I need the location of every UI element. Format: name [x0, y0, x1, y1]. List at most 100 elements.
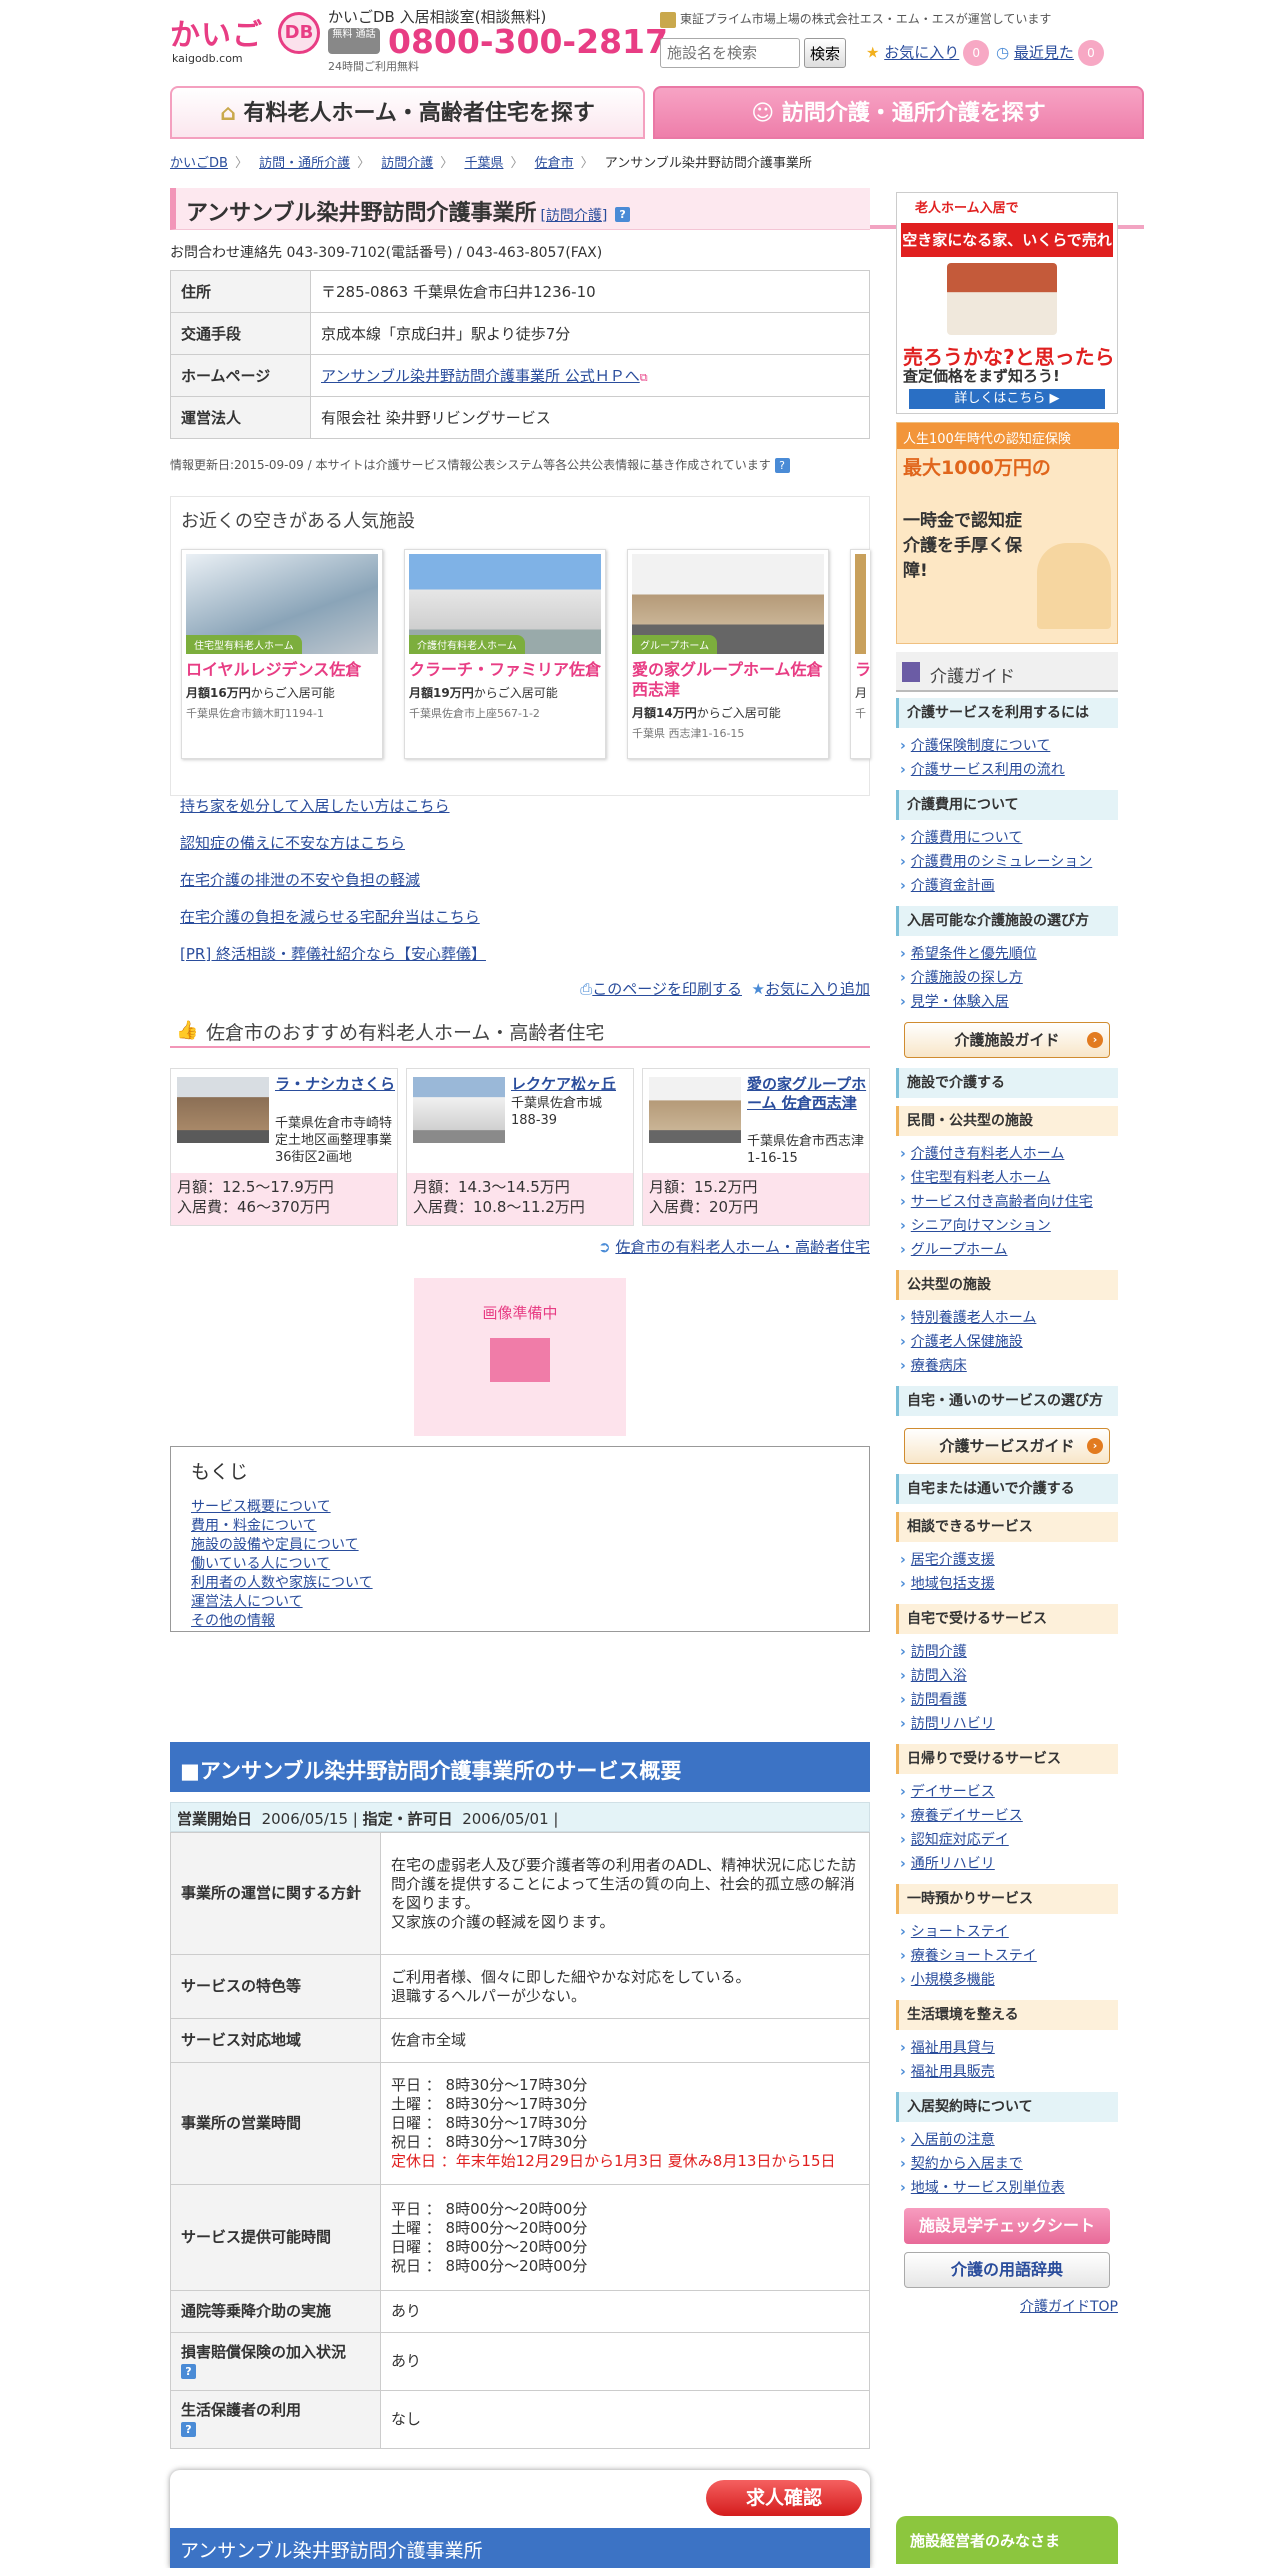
recommend-card[interactable]: ラ・ナシカさくら 千葉県佐倉市寺崎特定土地区画整理事業36街区2画地 月額：12… [170, 1068, 398, 1226]
breadcrumb-care-type[interactable]: 訪問・通所介護 [259, 156, 350, 171]
toc-link[interactable]: サービス概要について [191, 1499, 331, 1515]
promo-link[interactable]: 認知症の備えに不安な方はこちら [180, 834, 405, 852]
recommend-card[interactable]: 愛の家グループホーム 佐倉西志津 千葉県佐倉市西志津1-16-15 月額：15.… [642, 1068, 870, 1226]
guide-link[interactable]: 介護老人保健施設 [911, 1334, 1023, 1350]
guide-link[interactable]: 通所リハビリ [911, 1856, 995, 1872]
guide-link[interactable]: 地域・サービス別単位表 [911, 2180, 1065, 2196]
guide-link[interactable]: 特別養護老人ホーム [911, 1310, 1037, 1326]
facility-name[interactable]: 愛の家グループホーム佐倉西志津 [632, 660, 824, 700]
guide-link[interactable]: グループホーム [911, 1242, 1008, 1258]
guide-link[interactable]: 認知症対応デイ [911, 1832, 1009, 1848]
guide-button[interactable]: 介護施設ガイド › [904, 1022, 1110, 1058]
homepage-link[interactable]: アンサンブル染井野訪問介護事業所 公式ＨＰへ [321, 367, 640, 385]
help-icon[interactable]: ? [181, 2421, 196, 2437]
guide-link[interactable]: デイサービス [911, 1784, 995, 1800]
promo-link[interactable]: [PR] 終活相談・葬儀社紹介なら【安心葬儀】 [180, 945, 486, 963]
guide-link[interactable]: 契約から入居まで [911, 2156, 1023, 2172]
toc-link[interactable]: 運営法人について [191, 1594, 303, 1610]
recent-count: 0 [1077, 40, 1104, 66]
tab-nursing-home[interactable]: ⌂ 有料老人ホーム・高齢者住宅を探す [170, 86, 645, 139]
guide-link[interactable]: 介護費用について [911, 830, 1023, 846]
nearby-card[interactable]: ラ 月 千 [850, 549, 870, 759]
guide-link[interactable]: 療養デイサービス [911, 1808, 1023, 1824]
help-icon[interactable]: ? [615, 206, 631, 222]
guide-link[interactable]: 訪問入浴 [911, 1668, 967, 1684]
phone-number[interactable]: 0800-300-2817 [388, 22, 668, 61]
toc-link[interactable]: 施設の設備や定員について [191, 1537, 359, 1553]
guide-link-list: 入居前の注意契約から入居まで地域・サービス別単位表 [900, 2128, 1118, 2200]
checksheet-button[interactable]: 施設見学チェックシート [904, 2208, 1110, 2244]
promo-link[interactable]: 在宅介護の排泄の不安や負担の軽減 [180, 871, 420, 889]
price: 月額19万円 [409, 686, 474, 700]
toc-link[interactable]: 働いている人について [191, 1556, 330, 1572]
promo-link[interactable]: 持ち家を処分して入居したい方はこちら [180, 797, 450, 815]
toc-link[interactable]: 費用・料金について [191, 1518, 317, 1534]
guide-link[interactable]: 訪問リハビリ [911, 1716, 995, 1732]
guide-link[interactable]: 介護サービス利用の流れ [911, 762, 1065, 778]
nearby-card[interactable]: 住宅型有料老人ホーム ロイヤルレジデンス佐倉 月額16万円からご入居可能 千葉県… [181, 549, 383, 759]
breadcrumb-prefecture[interactable]: 千葉県 [464, 156, 503, 171]
guide-link[interactable]: 介護資金計画 [911, 878, 995, 894]
guide-link[interactable]: サービス付き高齢者向け住宅 [911, 1194, 1093, 1210]
help-icon[interactable]: ? [774, 458, 790, 473]
facility-name[interactable]: ラ・ナシカさくら [275, 1075, 395, 1094]
print-link[interactable]: このページを印刷する [592, 980, 742, 998]
breadcrumb-home[interactable]: かいごDB [170, 156, 228, 171]
facility-name[interactable]: ラ [855, 660, 870, 680]
table-row: 損害賠償保険の加入状況? あり [170, 2332, 870, 2391]
search-input[interactable] [660, 38, 800, 68]
more-link[interactable]: 佐倉市の有料老人ホーム・高齢者住宅 [615, 1238, 870, 1256]
guide-nav: 介護サービスを利用するには介護保険制度について介護サービス利用の流れ介護費用につ… [896, 698, 1118, 2316]
dictionary-button[interactable]: 介護の用語辞典 [904, 2252, 1110, 2288]
promo-link[interactable]: 在宅介護の負担を減らせる宅配弁当はこちら [180, 908, 480, 926]
breadcrumb-city[interactable]: 佐倉市 [535, 156, 574, 171]
recommend-card[interactable]: レクケア松ヶ丘 千葉県佐倉市城188-39 月額：14.3～14.5万円 入居費：… [406, 1068, 634, 1226]
guide-link[interactable]: 住宅型有料老人ホーム [911, 1170, 1051, 1186]
guide-link[interactable]: 小規模多機能 [911, 1972, 995, 1988]
breadcrumb-home-care[interactable]: 訪問介護 [381, 156, 433, 171]
real-estate-ad[interactable]: 老人ホーム入居で 空き家になる家、いくらで売れる? 売ろうかな?と思ったら 査定… [896, 192, 1118, 414]
guide-button[interactable]: 介護サービスガイド › [904, 1428, 1110, 1464]
search-button[interactable]: 検索 [804, 38, 846, 68]
guide-link[interactable]: 療養ショートステイ [911, 1948, 1037, 1964]
guide-link[interactable]: 福祉用具貸与 [911, 2040, 995, 2056]
facility-name[interactable]: ロイヤルレジデンス佐倉 [186, 660, 378, 680]
ad-details-button[interactable]: 詳しくはこちら ▶ [909, 389, 1105, 409]
favorites-link[interactable]: ★ お気に入り 0 [866, 40, 990, 66]
list-item: 見学・体験入居 [900, 990, 1118, 1014]
nearby-card[interactable]: グループホーム 愛の家グループホーム佐倉西志津 月額14万円からご入居可能 千葉… [627, 549, 829, 759]
guide-link[interactable]: 介護費用のシミュレーション [911, 854, 1092, 870]
site-logo[interactable]: かいご DB kaigodb.com [170, 10, 320, 66]
guide-link[interactable]: 介護施設の探し方 [911, 970, 1023, 986]
guide-link[interactable]: 療養病床 [911, 1358, 967, 1374]
nearby-card[interactable]: 介護付有料老人ホーム クラーチ・ファミリア佐倉 月額19万円からご入居可能 千葉… [404, 549, 606, 759]
facility-name[interactable]: 愛の家グループホーム 佐倉西志津 [747, 1075, 867, 1113]
guide-top-link[interactable]: 介護ガイドTOP [1020, 2299, 1118, 2315]
tab-home-care[interactable]: ☺ 訪問介護・通所介護を探す [653, 86, 1144, 139]
facility-name[interactable]: クラーチ・ファミリア佐倉 [409, 660, 601, 680]
toc-link[interactable]: 利用者の人数や家族について [191, 1575, 373, 1591]
guide-link[interactable]: ショートステイ [911, 1924, 1009, 1940]
logo-url: kaigodb.com [172, 52, 243, 65]
guide-link[interactable]: 訪問看護 [911, 1692, 967, 1708]
help-icon[interactable]: ? [181, 2363, 196, 2379]
guide-link[interactable]: 希望条件と優先順位 [911, 946, 1037, 962]
guide-link[interactable]: 入居前の注意 [911, 2132, 995, 2148]
guide-link[interactable]: 訪問介護 [911, 1644, 967, 1660]
guide-link[interactable]: 介護保険制度について [911, 738, 1051, 754]
corporate-notice: 東証プライム市場上場の株式会社エス・エム・エスが運営しています [660, 10, 1051, 28]
recruit-button[interactable]: 求人確認 [706, 2480, 862, 2516]
recent-link[interactable]: ◷ 最近見た 0 [996, 40, 1104, 66]
toc-link[interactable]: その他の情報 [191, 1613, 275, 1629]
owners-banner[interactable]: 施設経営者のみなさま [896, 2516, 1118, 2564]
guide-link[interactable]: 地域包括支援 [911, 1576, 995, 1592]
facility-name[interactable]: レクケア松ヶ丘 [511, 1075, 631, 1094]
guide-link[interactable]: 居宅介護支援 [911, 1552, 995, 1568]
guide-link[interactable]: シニア向けマンション [911, 1218, 1051, 1234]
guide-link[interactable]: 見学・体験入居 [911, 994, 1009, 1010]
guide-link[interactable]: 介護付き有料老人ホーム [911, 1146, 1065, 1162]
category-link[interactable]: [訪問介護] [540, 208, 607, 224]
insurance-ad[interactable]: 人生100年時代の認知症保険 最大1000万円の 一時金で認知症介護を手厚く保障… [896, 422, 1119, 644]
guide-link[interactable]: 福祉用具販売 [911, 2064, 995, 2080]
add-favorite-link[interactable]: お気に入り追加 [765, 980, 870, 998]
